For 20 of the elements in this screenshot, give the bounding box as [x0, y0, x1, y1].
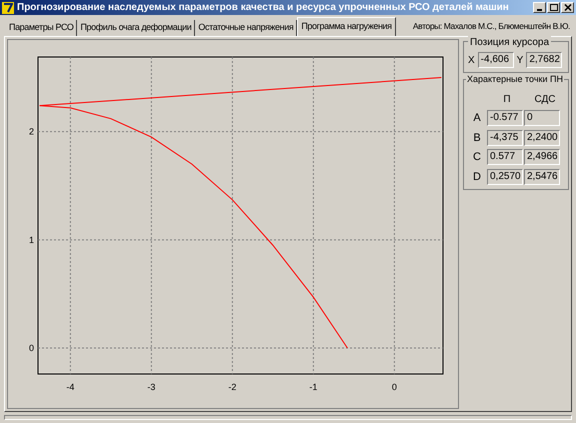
x-tick-label: -1 [309, 382, 318, 392]
x-tick-label: 0 [392, 382, 397, 392]
x-label: X [468, 54, 475, 68]
x-tick-label: -3 [147, 382, 156, 392]
y-tick-label: 2 [28, 126, 34, 137]
column-header: П [502, 93, 512, 107]
authors-text: Авторы: Махалов М.С., Блюменштейн В.Ю. [412, 20, 570, 33]
point-label: D [472, 170, 482, 184]
x-tick-label: -4 [66, 382, 74, 392]
point-label: B [472, 130, 482, 146]
y-tick-label: 1 [28, 234, 34, 245]
point-label: C [472, 150, 482, 165]
group-title: Позиция курсора [468, 35, 552, 50]
window-title: Прогнозирование наследуемых параметров качества и ресурса упрочненных РСО деталей машин [17, 1, 510, 15]
y-tick-label: 0 [28, 343, 34, 354]
x-tick-label: -2 [228, 382, 236, 392]
y-label: Y [516, 54, 524, 68]
column-header: СДС [534, 93, 556, 107]
point-label: A [472, 111, 482, 126]
group-title: Характерные точки ПН [466, 73, 564, 86]
